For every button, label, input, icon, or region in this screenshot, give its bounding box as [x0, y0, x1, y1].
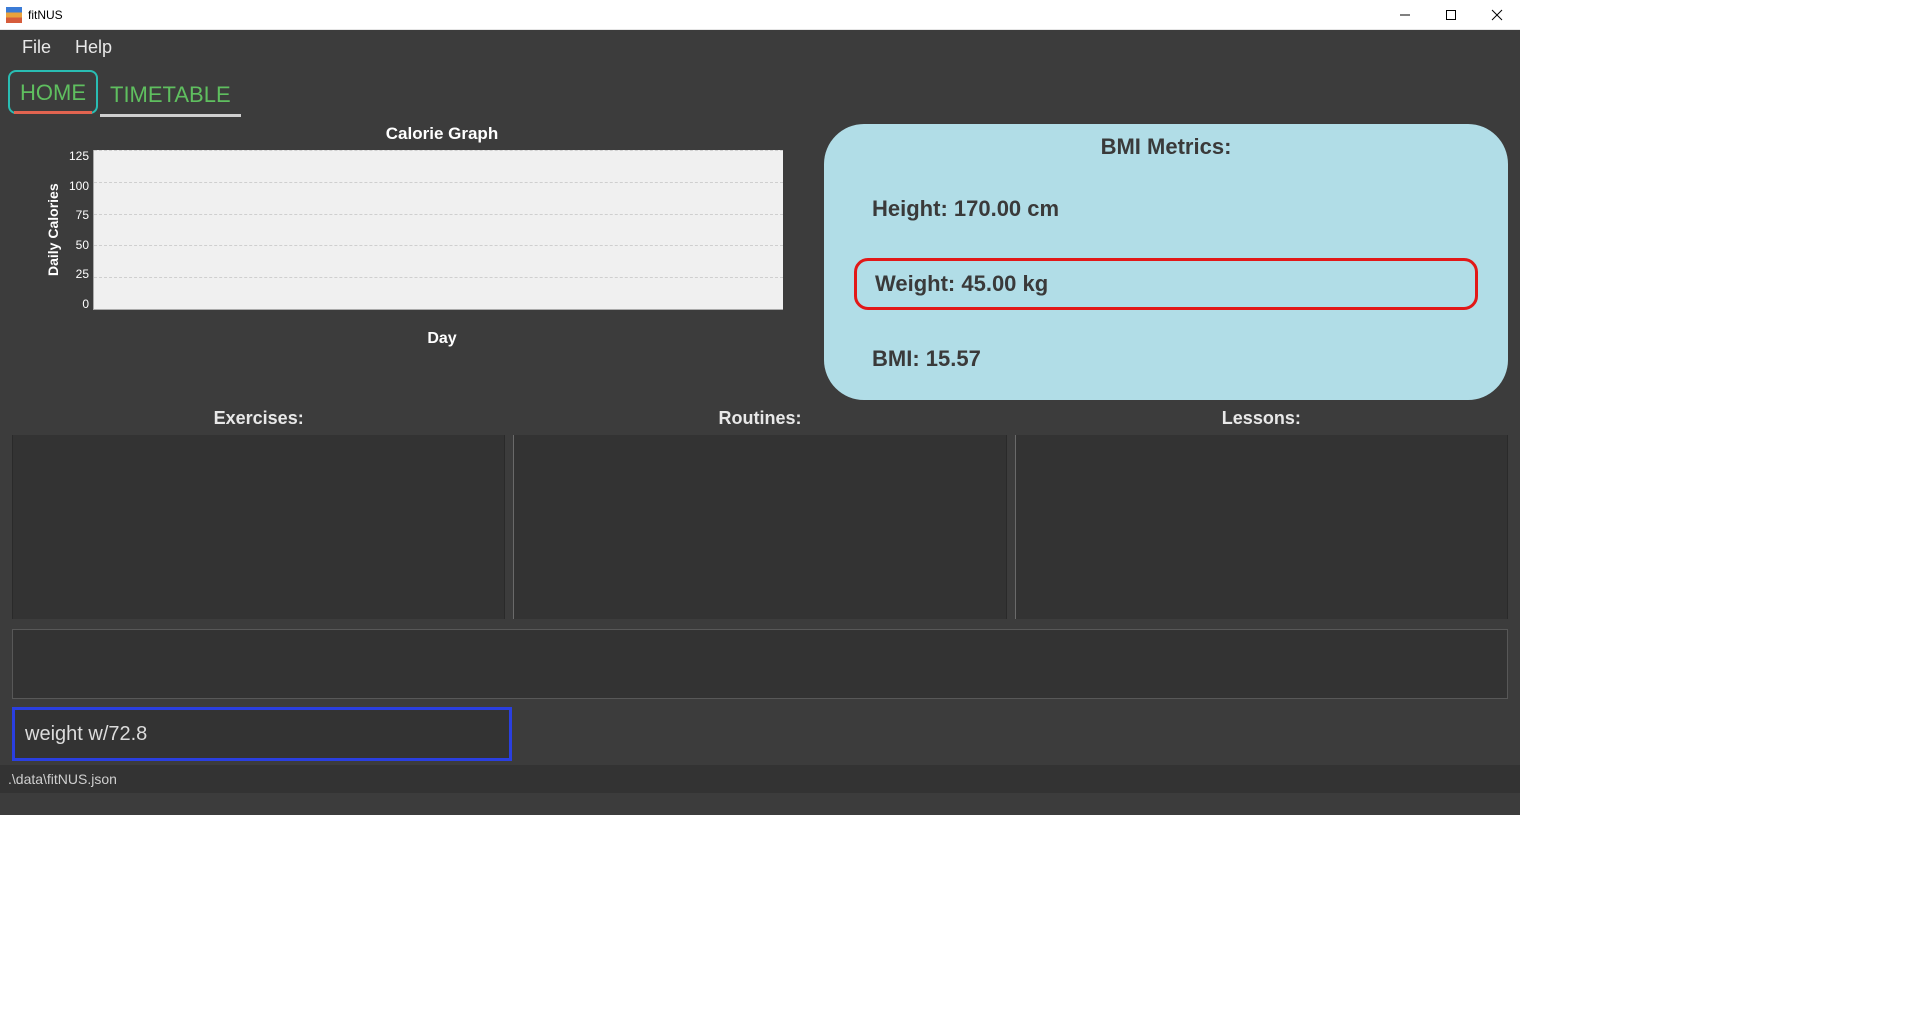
ytick: 75	[76, 209, 89, 221]
menu-help[interactable]: Help	[63, 33, 124, 62]
bmi-card: BMI Metrics: Height: 170.00 cm Weight: 4…	[824, 124, 1508, 400]
app-icon	[6, 7, 22, 23]
exercises-title: Exercises:	[12, 404, 505, 435]
exercises-list[interactable]	[12, 435, 505, 619]
calorie-chart: Calorie Graph Daily Calories 125 100 75 …	[12, 124, 812, 400]
close-button[interactable]	[1474, 0, 1520, 30]
bmi-title: BMI Metrics:	[854, 134, 1478, 160]
menu-file[interactable]: File	[10, 33, 63, 62]
app-body: File Help HOME TIMETABLE Calorie Graph D…	[0, 30, 1520, 815]
titlebar-left: fitNUS	[6, 7, 63, 23]
command-row	[12, 707, 1508, 761]
tab-bar: HOME TIMETABLE	[0, 64, 1520, 114]
tab-timetable[interactable]: TIMETABLE	[100, 74, 241, 114]
ytick: 50	[76, 239, 89, 251]
bmi-weight: Weight: 45.00 kg	[854, 258, 1478, 310]
maximize-button[interactable]	[1428, 0, 1474, 30]
bmi-height: Height: 170.00 cm	[854, 186, 1478, 232]
lessons-list[interactable]	[1015, 435, 1508, 619]
ytick: 25	[76, 268, 89, 280]
window-title: fitNUS	[28, 8, 63, 22]
lessons-column: Lessons:	[1015, 404, 1508, 619]
statusbar-path: .\data\fitNUS.json	[8, 771, 117, 787]
chart-title: Calorie Graph	[386, 124, 498, 144]
routines-title: Routines:	[513, 404, 1006, 435]
chart-plot-area	[93, 150, 783, 310]
top-row: Calorie Graph Daily Calories 125 100 75 …	[0, 114, 1520, 404]
routines-column: Routines:	[513, 404, 1006, 619]
titlebar: fitNUS	[0, 0, 1520, 30]
command-input[interactable]	[12, 707, 512, 761]
chart-xlabel: Day	[427, 330, 456, 348]
app-window: fitNUS File Help HOME TIMETABLE	[0, 0, 1520, 815]
lessons-title: Lessons:	[1015, 404, 1508, 435]
ytick: 0	[82, 298, 89, 310]
output-panel	[12, 629, 1508, 699]
lists-row: Exercises: Routines: Lessons:	[0, 404, 1520, 619]
maximize-icon	[1445, 9, 1457, 21]
minimize-icon	[1399, 9, 1411, 21]
routines-list[interactable]	[513, 435, 1006, 619]
chart-body: Daily Calories 125 100 75 50 25 0	[41, 150, 783, 310]
window-controls	[1382, 0, 1520, 30]
close-icon	[1491, 9, 1503, 21]
menubar: File Help	[0, 30, 1520, 64]
chart-ylabel: Daily Calories	[41, 150, 65, 310]
ytick: 125	[69, 150, 89, 162]
bmi-value: BMI: 15.57	[854, 336, 1478, 382]
chart-yticks: 125 100 75 50 25 0	[65, 150, 93, 310]
minimize-button[interactable]	[1382, 0, 1428, 30]
exercises-column: Exercises:	[12, 404, 505, 619]
tab-home[interactable]: HOME	[8, 70, 98, 114]
ytick: 100	[69, 180, 89, 192]
statusbar: .\data\fitNUS.json	[0, 765, 1520, 793]
